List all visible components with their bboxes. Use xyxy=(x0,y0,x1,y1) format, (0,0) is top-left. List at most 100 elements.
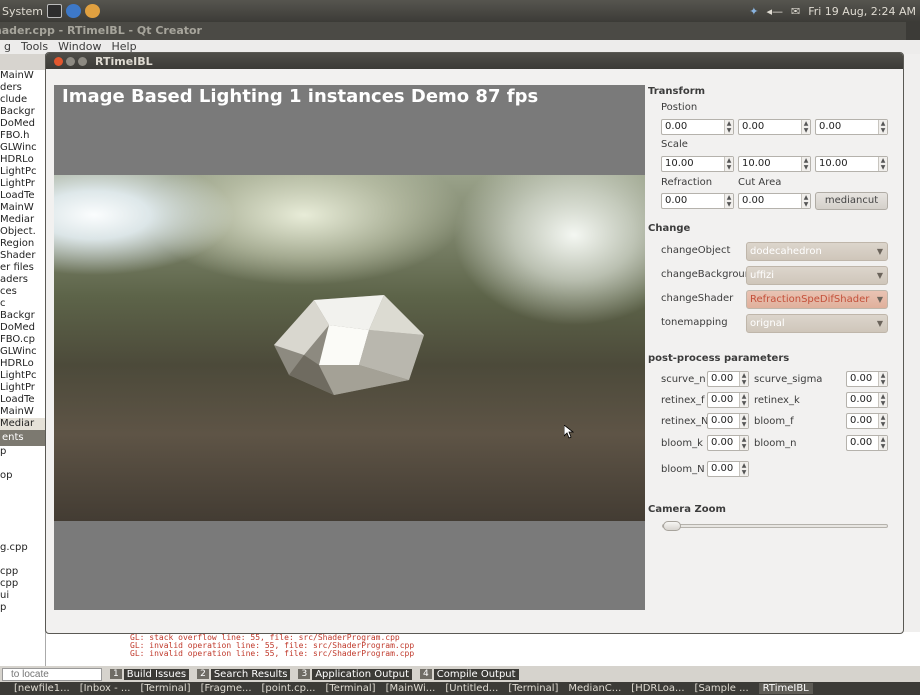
minimize-icon[interactable] xyxy=(66,56,75,66)
spin-arrows-icon[interactable]: ▲ ▼ xyxy=(739,393,748,407)
scale-z-input[interactable]: 10.00 ▲ ▼ xyxy=(815,156,888,172)
file-item[interactable]: Mediar xyxy=(0,214,45,226)
retinex-f-input[interactable]: 0.00 ▲ ▼ xyxy=(707,392,749,408)
scurve-sigma-input[interactable]: 0.00 ▲ ▼ xyxy=(846,371,888,387)
camera-zoom-slider[interactable] xyxy=(662,521,888,531)
file-item[interactable]: ders xyxy=(0,82,45,94)
taskbar-item[interactable]: [Fragme... xyxy=(201,683,252,694)
file-item[interactable]: DoMed xyxy=(0,322,45,334)
bloom-k-input[interactable]: 0.00 ▲ ▼ xyxy=(707,435,749,451)
spin-arrows-icon[interactable]: ▲ ▼ xyxy=(724,157,733,171)
change-background-select[interactable]: uffizi ▼ xyxy=(746,266,888,285)
file-item[interactable]: ui xyxy=(0,590,45,602)
spin-arrows-icon[interactable]: ▲ ▼ xyxy=(878,414,887,428)
close-icon[interactable] xyxy=(54,56,63,66)
file-item[interactable]: Region xyxy=(0,238,45,250)
taskbar-item[interactable]: [Terminal] xyxy=(508,683,558,694)
file-item[interactable]: LightPr xyxy=(0,382,45,394)
file-item[interactable]: HDRLo xyxy=(0,358,45,370)
file-item[interactable]: g.cpp xyxy=(0,542,45,554)
tonemapping-select[interactable]: orignal ▼ xyxy=(746,314,888,333)
spin-arrows-icon[interactable]: ▲ ▼ xyxy=(878,120,887,134)
file-item[interactable]: cpp xyxy=(0,578,45,590)
file-item[interactable] xyxy=(0,506,45,518)
file-item[interactable]: Backgr xyxy=(0,310,45,322)
search-results-button[interactable]: 2 Search Results xyxy=(197,668,291,680)
spin-arrows-icon[interactable]: ▲ ▼ xyxy=(801,157,810,171)
file-item[interactable]: Object. xyxy=(0,226,45,238)
file-item[interactable]: p xyxy=(0,602,45,614)
volume-icon[interactable]: ◂— xyxy=(766,5,783,18)
file-item[interactable] xyxy=(0,458,45,470)
file-item[interactable] xyxy=(0,530,45,542)
file-item[interactable]: Mediar xyxy=(0,418,45,430)
position-y-input[interactable]: 0.00 ▲ ▼ xyxy=(738,119,811,135)
position-x-input[interactable]: 0.00 ▲ ▼ xyxy=(661,119,734,135)
spin-arrows-icon[interactable]: ▲ ▼ xyxy=(739,372,748,386)
mediancut-button[interactable]: mediancut xyxy=(815,192,888,210)
clock[interactable]: Fri 19 Aug, 2:24 AM xyxy=(808,5,916,18)
spin-arrows-icon[interactable]: ▲ ▼ xyxy=(739,462,748,476)
scale-y-input[interactable]: 10.00 ▲ ▼ xyxy=(738,156,811,172)
system-menu[interactable]: System xyxy=(2,5,43,18)
change-object-select[interactable]: dodecahedron ▼ xyxy=(746,242,888,261)
menu-item[interactable]: g xyxy=(4,40,11,54)
file-item[interactable]: LightPc xyxy=(0,370,45,382)
application-output-button[interactable]: 3 Application Output xyxy=(298,668,413,680)
file-item[interactable]: aders xyxy=(0,274,45,286)
spin-arrows-icon[interactable]: ▲ ▼ xyxy=(739,414,748,428)
maximize-icon[interactable] xyxy=(78,56,87,66)
network-icon[interactable]: ✦ xyxy=(749,5,758,18)
file-item[interactable]: HDRLo xyxy=(0,154,45,166)
file-item[interactable]: LoadTe xyxy=(0,190,45,202)
file-item[interactable] xyxy=(0,554,45,566)
spin-arrows-icon[interactable]: ▲ ▼ xyxy=(878,372,887,386)
window-titlebar[interactable]: RTimeIBL xyxy=(46,53,903,69)
spin-arrows-icon[interactable]: ▲ ▼ xyxy=(801,194,810,208)
spin-arrows-icon[interactable]: ▲ ▼ xyxy=(724,120,733,134)
build-issues-button[interactable]: 1 Build Issues xyxy=(110,668,190,680)
file-item[interactable]: cpp xyxy=(0,566,45,578)
taskbar-item[interactable]: [newfile1... xyxy=(14,683,70,694)
file-item[interactable]: LightPc xyxy=(0,166,45,178)
file-item[interactable]: LoadTe xyxy=(0,394,45,406)
scurve-n-input[interactable]: 0.00 ▲ ▼ xyxy=(707,371,749,387)
file-item[interactable]: FBO.h xyxy=(0,130,45,142)
file-item[interactable] xyxy=(0,518,45,530)
refraction-input[interactable]: 0.00 ▲ ▼ xyxy=(661,193,734,209)
spin-arrows-icon[interactable]: ▲ ▼ xyxy=(801,120,810,134)
change-shader-select[interactable]: RefractionSpeDifShader ▼ xyxy=(746,290,888,309)
file-item[interactable]: MainW xyxy=(0,406,45,418)
bloom-N-input[interactable]: 0.00 ▲ ▼ xyxy=(707,461,749,477)
bloom-f-input[interactable]: 0.00 ▲ ▼ xyxy=(846,413,888,429)
taskbar-item[interactable]: RTimeIBL xyxy=(758,683,813,694)
file-item[interactable]: ces xyxy=(0,286,45,298)
compile-output-button[interactable]: 4 Compile Output xyxy=(420,668,519,680)
taskbar-item[interactable]: [Inbox - ... xyxy=(80,683,131,694)
file-item[interactable]: clude xyxy=(0,94,45,106)
position-z-input[interactable]: 0.00 ▲ ▼ xyxy=(815,119,888,135)
terminal-launcher-icon[interactable] xyxy=(47,4,63,18)
mail-icon[interactable]: ✉ xyxy=(791,5,800,18)
file-item[interactable]: er files xyxy=(0,262,45,274)
taskbar-item[interactable]: [HDRLoa... xyxy=(631,683,684,694)
spin-arrows-icon[interactable]: ▲ ▼ xyxy=(878,157,887,171)
taskbar-item[interactable]: [MainWi... xyxy=(386,683,436,694)
file-item[interactable]: Shader xyxy=(0,250,45,262)
file-item[interactable]: op xyxy=(0,470,45,482)
file-item[interactable]: Backgr xyxy=(0,106,45,118)
taskbar-item[interactable]: [Terminal] xyxy=(325,683,375,694)
menu-tools[interactable]: Tools xyxy=(21,40,48,54)
cut-area-input[interactable]: 0.00 ▲ ▼ xyxy=(738,193,811,209)
file-item[interactable]: p xyxy=(0,446,45,458)
bloom-n-input[interactable]: 0.00 ▲ ▼ xyxy=(846,435,888,451)
spin-arrows-icon[interactable]: ▲ ▼ xyxy=(878,393,887,407)
taskbar-item[interactable]: [Terminal] xyxy=(140,683,190,694)
locate-input[interactable] xyxy=(2,667,102,681)
spin-arrows-icon[interactable]: ▲ ▼ xyxy=(724,194,733,208)
file-item[interactable]: c xyxy=(0,298,45,310)
file-item[interactable]: FBO.cp xyxy=(0,334,45,346)
help-launcher-icon[interactable] xyxy=(66,4,82,18)
file-item[interactable]: MainW xyxy=(0,70,45,82)
spin-arrows-icon[interactable]: ▲ ▼ xyxy=(878,436,887,450)
